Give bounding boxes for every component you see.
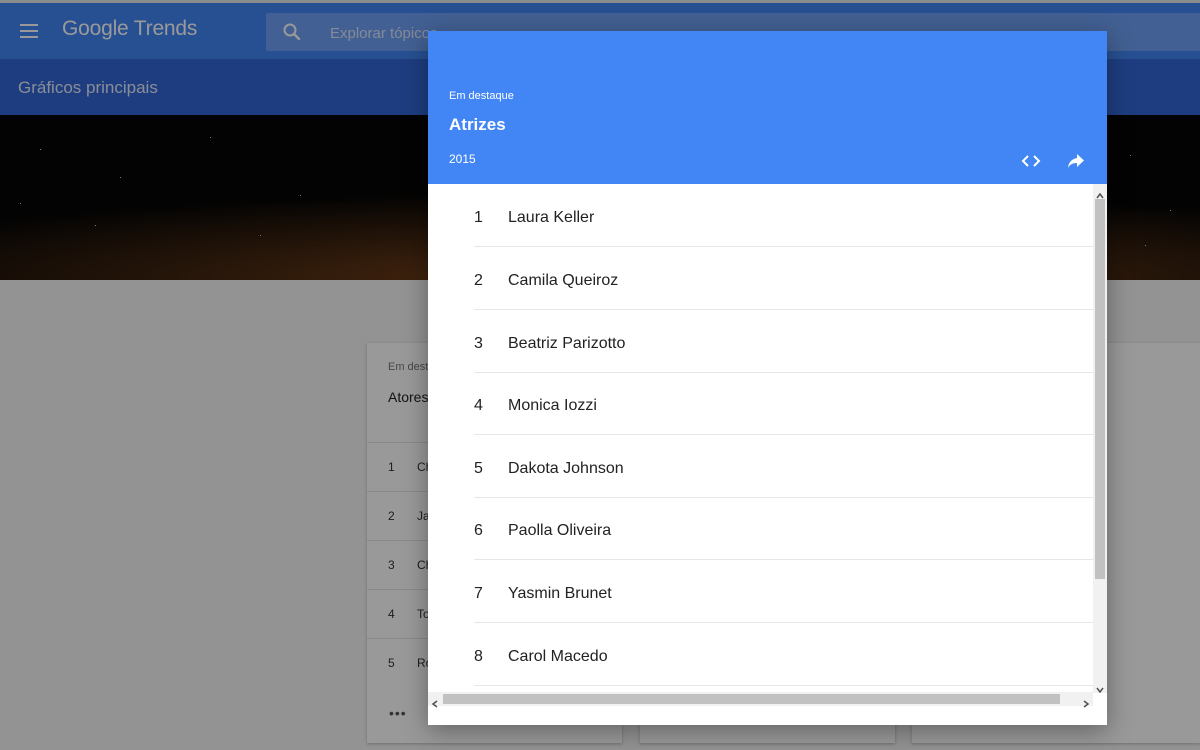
list-item[interactable]: 1 Laura Keller (474, 184, 1093, 247)
dialog-header: Em destaque Atrizes 2015 (428, 31, 1107, 184)
item-rank: 2 (474, 272, 483, 289)
item-rank: 4 (474, 397, 483, 414)
horizontal-scrollbar[interactable] (428, 692, 1093, 708)
list-item[interactable]: 6 Paolla Oliveira (474, 497, 1093, 560)
item-name[interactable]: Camila Queiroz (508, 272, 618, 290)
code-embed-icon[interactable] (1020, 150, 1042, 172)
vertical-scroll-thumb[interactable] (1095, 199, 1105, 579)
item-rank: 3 (474, 335, 483, 352)
list-item[interactable]: 4 Monica Iozzi (474, 372, 1093, 435)
scroll-down-arrow-icon[interactable] (1096, 681, 1104, 694)
item-name[interactable]: Dakota Johnson (508, 460, 624, 478)
share-arrow-icon[interactable] (1065, 150, 1087, 172)
list-item[interactable]: 5 Dakota Johnson (474, 435, 1093, 498)
list-item[interactable]: 8 Carol Macedo (474, 623, 1093, 686)
item-rank: 8 (474, 648, 483, 665)
item-name[interactable]: Paolla Oliveira (508, 522, 611, 540)
item-name[interactable]: Monica Iozzi (508, 397, 597, 415)
vertical-scrollbar[interactable] (1093, 184, 1107, 694)
list-item[interactable]: 7 Yasmin Brunet (474, 560, 1093, 623)
item-name[interactable]: Carol Macedo (508, 648, 608, 666)
chart-dialog: Em destaque Atrizes 2015 1 Laura Keller … (428, 31, 1107, 725)
item-rank: 7 (474, 585, 483, 602)
item-name[interactable]: Laura Keller (508, 209, 594, 227)
dialog-year: 2015 (449, 152, 476, 166)
item-name[interactable]: Beatriz Parizotto (508, 335, 625, 353)
item-rank: 6 (474, 522, 483, 539)
list-item[interactable]: 3 Beatriz Parizotto (474, 310, 1093, 373)
scroll-right-arrow-icon[interactable] (1082, 695, 1090, 708)
dialog-title: Atrizes (449, 115, 506, 134)
item-rank: 1 (474, 209, 483, 226)
item-name[interactable]: Yasmin Brunet (508, 585, 612, 603)
item-rank: 5 (474, 460, 483, 477)
list-item[interactable]: 2 Camila Queiroz (474, 247, 1093, 310)
horizontal-scroll-thumb[interactable] (443, 694, 1060, 704)
dialog-eyebrow: Em destaque (449, 90, 514, 102)
scroll-up-arrow-icon[interactable] (1096, 187, 1104, 199)
scroll-left-arrow-icon[interactable] (431, 695, 439, 708)
ranking-list: 1 Laura Keller 2 Camila Queiroz 3 Beatri… (428, 184, 1093, 691)
